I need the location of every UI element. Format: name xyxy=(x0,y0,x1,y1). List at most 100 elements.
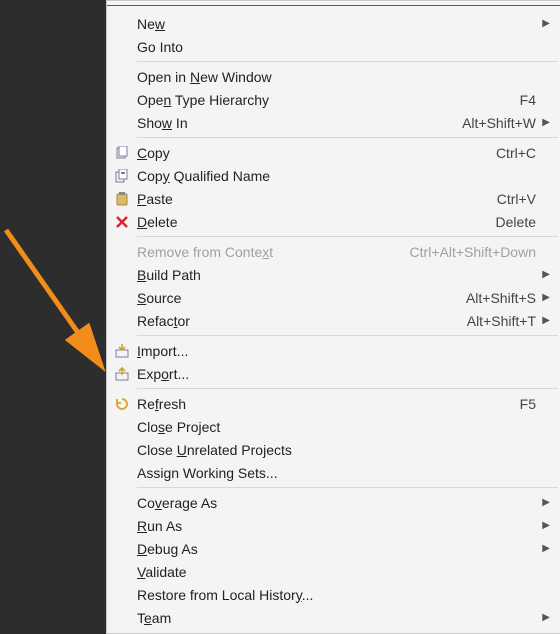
menu-item-label: Import... xyxy=(137,343,536,359)
submenu-arrow-icon: ▶ xyxy=(540,292,550,303)
menu-item-shortcut: Alt+Shift+T xyxy=(467,313,536,329)
menu-item-export[interactable]: Export... xyxy=(107,362,560,385)
delete-icon xyxy=(111,214,133,230)
menu-item-label: Remove from Context xyxy=(137,244,398,260)
menu-item-label: Show In xyxy=(137,115,450,131)
menu-separator xyxy=(137,335,558,336)
submenu-arrow-icon: ▶ xyxy=(540,520,550,531)
menu-item-label: Open Type Hierarchy xyxy=(137,92,508,108)
blank-icon xyxy=(111,541,133,557)
submenu-arrow-icon: ▶ xyxy=(540,315,550,326)
editor-gutter xyxy=(0,0,106,634)
menu-separator xyxy=(137,137,558,138)
blank-icon xyxy=(111,92,133,108)
export-icon xyxy=(111,366,133,382)
menu-item-label: Refactor xyxy=(137,313,455,329)
blank-icon xyxy=(111,587,133,603)
menu-item-import[interactable]: Import... xyxy=(107,339,560,362)
blank-icon xyxy=(111,518,133,534)
menu-top-border xyxy=(107,5,560,6)
menu-separator xyxy=(137,487,558,488)
menu-item-run-as[interactable]: Run As ▶ xyxy=(107,514,560,537)
menu-item-refresh[interactable]: Refresh F5 xyxy=(107,392,560,415)
menu-item-label: Go Into xyxy=(137,39,536,55)
menu-item-shortcut: Ctrl+V xyxy=(497,191,536,207)
submenu-arrow-icon: ▶ xyxy=(540,18,550,29)
menu-item-label: Validate xyxy=(137,564,536,580)
menu-separator xyxy=(137,236,558,237)
menu-item-shortcut: F5 xyxy=(520,396,536,412)
import-icon xyxy=(111,343,133,359)
menu-item-label: Refresh xyxy=(137,396,508,412)
menu-separator xyxy=(137,61,558,62)
menu-item-show-in[interactable]: Show In Alt+Shift+W ▶ xyxy=(107,111,560,134)
submenu-arrow-icon: ▶ xyxy=(540,117,550,128)
menu-item-restore-history[interactable]: Restore from Local History... xyxy=(107,583,560,606)
blank-icon xyxy=(111,290,133,306)
menu-item-label: Delete xyxy=(137,214,484,230)
menu-separator xyxy=(137,388,558,389)
menu-item-label: Source xyxy=(137,290,454,306)
blank-icon xyxy=(111,313,133,329)
blank-icon xyxy=(111,39,133,55)
blank-icon xyxy=(111,610,133,626)
menu-item-shortcut: Alt+Shift+S xyxy=(466,290,536,306)
menu-item-label: New xyxy=(137,16,536,32)
menu-item-source[interactable]: Source Alt+Shift+S ▶ xyxy=(107,286,560,309)
blank-icon xyxy=(111,267,133,283)
blank-icon xyxy=(111,564,133,580)
menu-item-copy[interactable]: Copy Ctrl+C xyxy=(107,141,560,164)
blank-icon xyxy=(111,115,133,131)
menu-item-shortcut: Delete xyxy=(496,214,536,230)
menu-item-coverage-as[interactable]: Coverage As▶ xyxy=(107,491,560,514)
blank-icon xyxy=(111,442,133,458)
menu-item-validate[interactable]: Validate xyxy=(107,560,560,583)
menu-item-copy-qualified[interactable]: Copy Qualified Name xyxy=(107,164,560,187)
blank-icon xyxy=(111,495,133,511)
menu-item-shortcut: Ctrl+Alt+Shift+Down xyxy=(410,244,536,260)
submenu-arrow-icon: ▶ xyxy=(540,269,550,280)
menu-item-shortcut: Alt+Shift+W xyxy=(462,115,536,131)
blank-icon xyxy=(111,419,133,435)
menu-item-team[interactable]: Team ▶ xyxy=(107,606,560,629)
menu-item-label: Copy Qualified Name xyxy=(137,168,536,184)
menu-item-refactor[interactable]: Refactor Alt+Shift+T ▶ xyxy=(107,309,560,332)
menu-item-build-path[interactable]: Build Path ▶ xyxy=(107,263,560,286)
menu-item-label: Copy xyxy=(137,145,484,161)
menu-item-go-into[interactable]: Go Into xyxy=(107,35,560,58)
menu-item-open-new-window[interactable]: Open in New Window xyxy=(107,65,560,88)
menu-item-label: Run As xyxy=(137,518,536,534)
submenu-arrow-icon: ▶ xyxy=(540,612,550,623)
context-menu: New ▶ Go Into Open in New Window Open Type H… xyxy=(106,0,560,634)
menu-item-label: Restore from Local History... xyxy=(137,587,536,603)
menu-item-paste[interactable]: Paste Ctrl+V xyxy=(107,187,560,210)
menu-item-label: Coverage As xyxy=(137,495,536,511)
submenu-arrow-icon: ▶ xyxy=(540,543,550,554)
refresh-icon xyxy=(111,396,133,412)
blank-icon xyxy=(111,465,133,481)
menu-item-label: Export... xyxy=(137,366,536,382)
menu-item-shortcut: F4 xyxy=(520,92,536,108)
annotation-arrow-icon xyxy=(0,0,120,400)
menu-item-debug-as[interactable]: Debug As ▶ xyxy=(107,537,560,560)
menu-item-open-type-hier[interactable]: Open Type Hierarchy F4 xyxy=(107,88,560,111)
menu-item-label: Close Unrelated Projects xyxy=(137,442,536,458)
menu-item-label: Debug As xyxy=(137,541,536,557)
menu-item-label: Close Project xyxy=(137,419,536,435)
menu-item-close-project[interactable]: Close Project xyxy=(107,415,560,438)
menu-item-label: Build Path xyxy=(137,267,536,283)
menu-item-assign-ws[interactable]: Assign Working Sets... xyxy=(107,461,560,484)
blank-icon xyxy=(111,16,133,32)
menu-item-delete[interactable]: Delete Delete xyxy=(107,210,560,233)
menu-item-shortcut: Ctrl+C xyxy=(496,145,536,161)
menu-item-label: Open in New Window xyxy=(137,69,536,85)
menu-item-label: Assign Working Sets... xyxy=(137,465,536,481)
menu-item-remove-context: Remove from Context Ctrl+Alt+Shift+Down xyxy=(107,240,560,263)
menu-item-close-unrelated[interactable]: Close Unrelated Projects xyxy=(107,438,560,461)
copy-icon xyxy=(111,145,133,161)
menu-item-label: Paste xyxy=(137,191,485,207)
blank-icon xyxy=(111,69,133,85)
menu-item-label: Team xyxy=(137,610,536,626)
paste-icon xyxy=(111,191,133,207)
menu-item-new[interactable]: New ▶ xyxy=(107,12,560,35)
